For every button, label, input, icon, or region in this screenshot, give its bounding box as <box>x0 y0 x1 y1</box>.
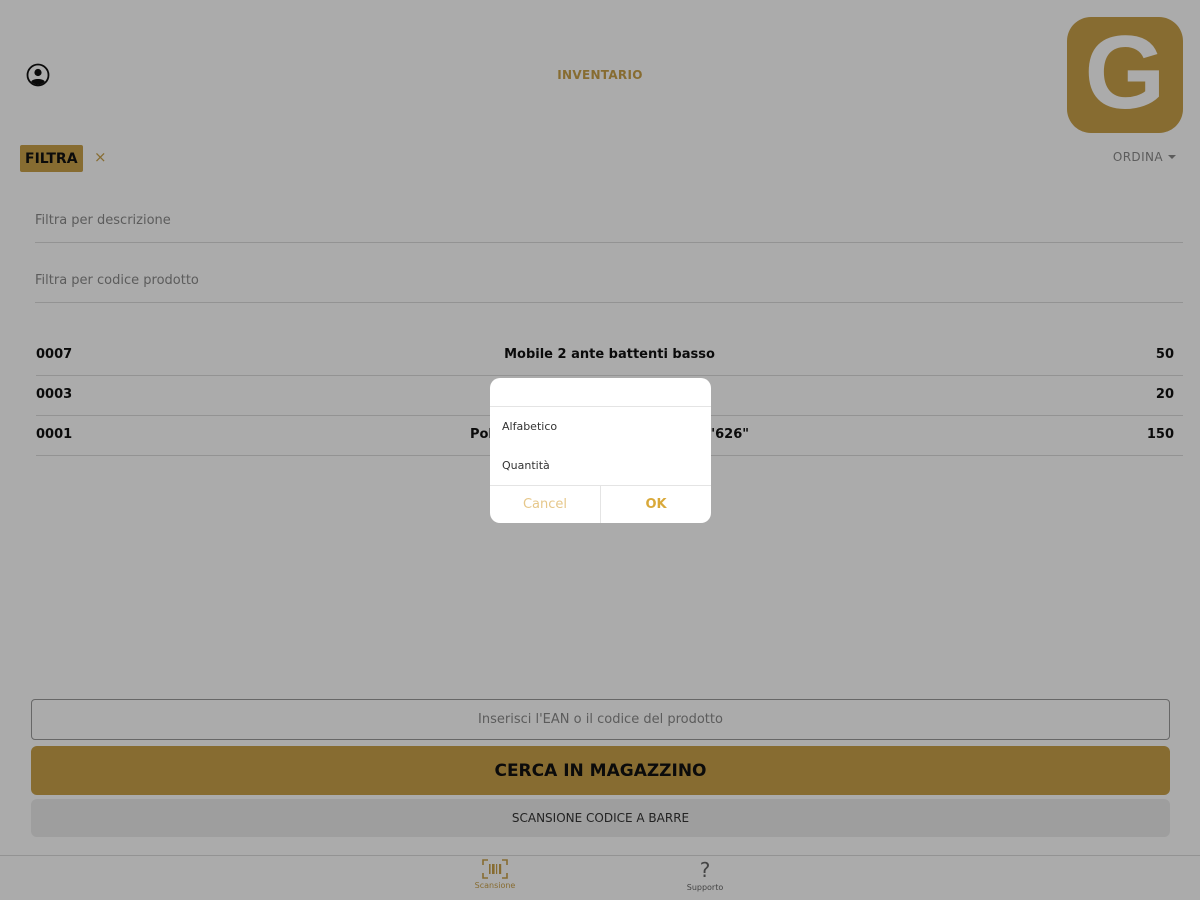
option-label: Quantità <box>502 459 550 472</box>
sort-option-quantity[interactable]: Quantità <box>490 446 711 485</box>
sort-dialog: Alfabetico Quantità Cancel OK <box>490 378 711 523</box>
sort-option-alphabetical[interactable]: Alfabetico <box>490 407 711 446</box>
ok-button[interactable]: OK <box>601 486 711 523</box>
app-screen: INVENTARIO G FILTRA × ORDINA 0007 Mobile… <box>0 0 1200 900</box>
dialog-header <box>490 378 711 407</box>
cancel-button[interactable]: Cancel <box>490 486 601 523</box>
option-label: Alfabetico <box>502 420 558 433</box>
dialog-actions: Cancel OK <box>490 485 711 523</box>
